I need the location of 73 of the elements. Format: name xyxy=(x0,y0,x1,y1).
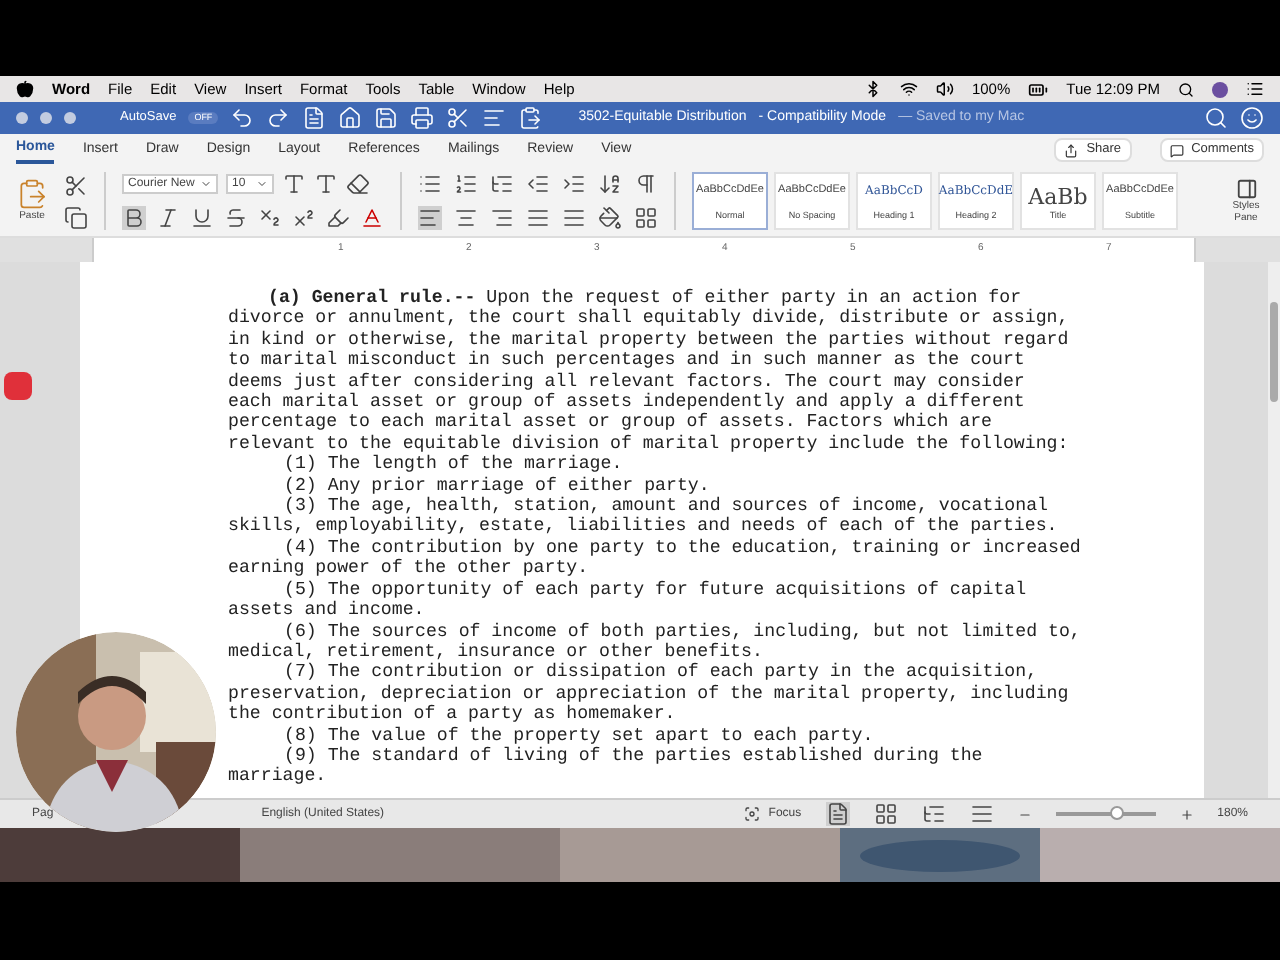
focus-icon xyxy=(744,806,761,822)
chevron-icon xyxy=(256,178,268,190)
borders-icon[interactable] xyxy=(634,206,658,230)
feedback-icon[interactable] xyxy=(1240,106,1264,130)
superscript-icon[interactable] xyxy=(292,206,316,230)
italic-icon[interactable] xyxy=(156,206,180,230)
volume-icon[interactable] xyxy=(935,80,954,98)
clipboard-icon[interactable] xyxy=(518,106,543,130)
align-left-icon[interactable] xyxy=(418,206,442,230)
undo-icon[interactable] xyxy=(230,106,255,130)
paragraph: (6) The sources of income of both parties, including, but not limited to, medical, retirement, insurance or other benefits. xyxy=(228,621,1083,662)
subscript-icon[interactable] xyxy=(258,206,282,230)
strikethrough-icon[interactable] xyxy=(224,206,248,230)
apple-icon[interactable] xyxy=(16,80,34,98)
font-size-icon[interactable] xyxy=(282,172,306,196)
font-size-icon[interactable] xyxy=(314,172,338,196)
justify-icon[interactable] xyxy=(526,206,550,230)
paragraph: (3) The age, health, station, amount and sources of income, vocational skills, employability, estate, liabilities and needs of each of the parties. xyxy=(228,496,1060,538)
indent-icon[interactable] xyxy=(562,172,586,196)
outdent-icon[interactable] xyxy=(526,172,550,196)
zoom-in-icon[interactable] xyxy=(1179,807,1194,821)
shading-icon[interactable] xyxy=(598,206,622,230)
scrollbar[interactable] xyxy=(1268,262,1280,798)
bluetooth-icon[interactable] xyxy=(863,80,882,98)
paragraph: (1) The length of the marriage. xyxy=(282,454,625,476)
record-icon[interactable] xyxy=(4,372,32,400)
scissors-icon[interactable] xyxy=(64,173,88,197)
clear-format-icon[interactable] xyxy=(346,172,370,196)
outline-icon[interactable] xyxy=(921,802,946,826)
close-button[interactable] xyxy=(16,112,28,124)
battery-icon xyxy=(1028,79,1049,99)
minimize-button[interactable] xyxy=(40,112,52,124)
sort-icon[interactable] xyxy=(598,172,622,196)
bold-icon[interactable] xyxy=(122,206,146,230)
align-center-icon[interactable] xyxy=(454,206,478,230)
highlighter-icon[interactable] xyxy=(326,206,350,230)
paragraph: (9) The standard of living of the parties established during the marriage. xyxy=(228,745,985,788)
print-icon[interactable] xyxy=(410,106,435,130)
pilcrow-icon[interactable] xyxy=(634,172,658,196)
chevron-icon xyxy=(200,178,212,190)
user-avatar[interactable] xyxy=(1212,81,1228,97)
paragraph: (4) The contribution by one party to the education, training or increased earning power of the other party. xyxy=(228,537,1083,580)
align-icon[interactable] xyxy=(482,106,507,130)
zoom-button[interactable] xyxy=(64,112,76,124)
draft-icon[interactable] xyxy=(969,802,994,826)
multilevel-list-icon[interactable] xyxy=(490,172,514,196)
line-spacing-icon[interactable] xyxy=(562,206,586,230)
scissors-icon[interactable] xyxy=(446,106,471,130)
print-layout-icon[interactable] xyxy=(825,802,850,826)
document-icon[interactable] xyxy=(302,106,327,130)
menu-icon[interactable] xyxy=(1246,80,1264,98)
font-color-icon[interactable] xyxy=(360,206,384,230)
save-icon[interactable] xyxy=(374,106,399,130)
paragraph: (2) Any prior marriage of either party. xyxy=(282,475,712,496)
paragraph: (a) General rule.-- Upon the request of either party in an action for divorce or annulment, the court shall equitably divide, distribute or assign, in kind or otherwise, the marital property between the parties without regard to marital misconduct in such percentages and in such manner as the court deems just after considering all relevant factors. The court may consider each marital asset or group of assets independently and apply a different percentage to each marital asset or group of assets. Factors which are relevant to the equitable division of marital property include the following: xyxy=(228,288,1071,454)
align-right-icon[interactable] xyxy=(490,206,514,230)
paragraph: (7) The contribution or dissipation of each party in the acquisition, preservation, depreciation or appreciation of the marital property, including the contribution of a party as homemaker. xyxy=(228,662,1071,726)
redo-icon[interactable] xyxy=(266,106,291,130)
copy-icon[interactable] xyxy=(64,205,88,229)
styles-pane-icon xyxy=(1235,177,1257,200)
underline-icon[interactable] xyxy=(190,206,214,230)
search-icon[interactable] xyxy=(1178,81,1194,97)
numbered-list-icon[interactable] xyxy=(454,172,478,196)
clipboard-icon xyxy=(16,177,48,210)
web-layout-icon[interactable] xyxy=(873,802,898,826)
comment-icon xyxy=(1169,143,1184,157)
paragraph: (5) The opportunity of each party for future acquisitions of capital assets and income. xyxy=(228,579,1029,621)
zoom-slider-thumb[interactable] xyxy=(1109,806,1124,820)
paragraph: (8) The value of the property set apart to each party. xyxy=(282,725,876,746)
home-icon[interactable] xyxy=(338,106,363,130)
style-preview: AaBb xyxy=(1028,186,1088,208)
share-icon xyxy=(1064,143,1079,157)
wifi-icon[interactable] xyxy=(899,80,918,98)
